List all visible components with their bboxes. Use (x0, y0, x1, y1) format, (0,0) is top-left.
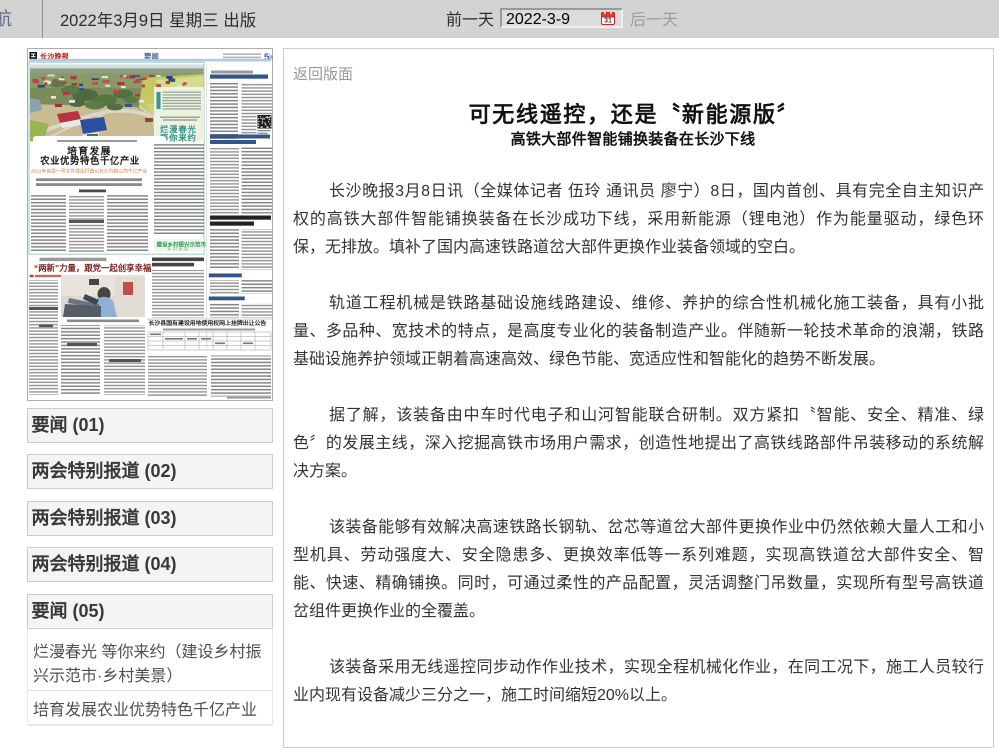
svg-text:长沙县国有建设用地使用权网上挂牌出让公告: 长沙县国有建设用地使用权网上挂牌出让公告 (149, 319, 267, 327)
svg-text:31: 31 (604, 18, 612, 25)
svg-text:2022年省委一号文件提出打造以长沙为核心的千亿产业: 2022年省委一号文件提出打造以长沙为核心的千亿产业 (31, 168, 147, 175)
svg-text:烂漫春光: 烂漫春光 (160, 124, 197, 134)
svg-text:乡村美景: 乡村美景 (167, 246, 189, 253)
svg-text:“两新”力量，跟党一起创享幸福: “两新”力量，跟党一起创享幸福 (34, 263, 152, 273)
svg-text:农业优势特色千亿产业: 农业优势特色千亿产业 (39, 155, 140, 166)
